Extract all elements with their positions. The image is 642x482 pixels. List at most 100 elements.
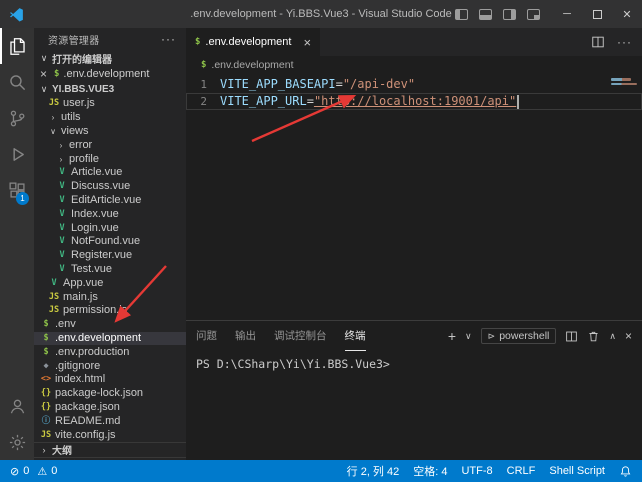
tree-item-Discuss.vue[interactable]: VDiscuss.vue xyxy=(34,180,186,194)
run-debug-icon[interactable] xyxy=(0,136,34,172)
editor-tab[interactable]: $ .env.development × xyxy=(186,28,320,56)
minimize-button[interactable]: ─ xyxy=(552,0,582,28)
toggle-panel-icon[interactable] xyxy=(479,9,492,20)
maximize-button[interactable] xyxy=(582,0,612,28)
workspace-name: YI.BBS.VUE3 xyxy=(52,84,114,95)
file-tree: JSuser.js›utils∨views›error›profileVArti… xyxy=(34,97,186,442)
sidebar-explorer: 资源管理器 ··· ∨ 打开的编辑器 × $ .env.development … xyxy=(34,28,186,460)
tree-item-package.json[interactable]: {}package.json xyxy=(34,401,186,415)
tree-item-package-lock.json[interactable]: {}package-lock.json xyxy=(34,387,186,401)
extensions-icon[interactable]: 1 xyxy=(0,172,34,208)
search-icon[interactable] xyxy=(0,64,34,100)
file-name: package.json xyxy=(55,401,120,414)
open-editors-label: 打开的编辑器 xyxy=(52,51,112,66)
file-icon: <> xyxy=(40,373,52,386)
shell-selector[interactable]: ⊳ powershell xyxy=(481,328,557,344)
code-token: = xyxy=(307,93,314,110)
explorer-more-actions-icon[interactable]: ··· xyxy=(161,32,176,46)
notifications-bell-icon[interactable] xyxy=(619,465,632,478)
file-name: .env xyxy=(55,318,76,331)
close-editor-icon[interactable]: × xyxy=(40,69,50,79)
tree-item-.env[interactable]: $.env xyxy=(34,318,186,332)
tree-item-EditArticle.vue[interactable]: VEditArticle.vue xyxy=(34,194,186,208)
file-name: Index.vue xyxy=(71,208,119,221)
file-name: App.vue xyxy=(63,277,103,290)
split-terminal-icon[interactable] xyxy=(565,330,578,343)
panel-tab-调试控制台[interactable]: 调试控制台 xyxy=(274,321,327,351)
minimap[interactable] xyxy=(608,76,640,87)
language-mode[interactable]: Shell Script xyxy=(549,465,605,477)
tree-item-.env.production[interactable]: $.env.production xyxy=(34,345,186,359)
shellscript-file-icon: $ xyxy=(201,60,206,70)
close-button[interactable]: ✕ xyxy=(612,0,642,28)
tree-item-profile[interactable]: ›profile xyxy=(34,152,186,166)
file-name: package-lock.json xyxy=(55,387,143,400)
open-editor-item[interactable]: × $ .env.development xyxy=(34,66,186,81)
terminal-dropdown-icon[interactable]: ∨ xyxy=(465,331,472,342)
code-line-1[interactable]: 1VITE_APP_BASEAPI="/api-dev" xyxy=(186,76,642,93)
tree-item-main.js[interactable]: JSmain.js xyxy=(34,290,186,304)
file-icon: V xyxy=(56,235,68,248)
tree-item-Index.vue[interactable]: VIndex.vue xyxy=(34,207,186,221)
chevron-right-icon: › xyxy=(56,139,66,152)
tree-item-.env.development[interactable]: $.env.development xyxy=(34,332,186,346)
toggle-secondary-sidebar-icon[interactable] xyxy=(503,9,516,20)
tree-item-Test.vue[interactable]: VTest.vue xyxy=(34,263,186,277)
indentation[interactable]: 空格: 4 xyxy=(413,463,447,479)
file-icon: V xyxy=(56,249,68,262)
tree-item-Register.vue[interactable]: VRegister.vue xyxy=(34,249,186,263)
new-terminal-icon[interactable]: + xyxy=(448,328,456,344)
panel-tab-输出[interactable]: 输出 xyxy=(235,321,256,351)
workspace-header[interactable]: ∨ YI.BBS.VUE3 xyxy=(34,81,186,97)
warnings-count: 0 xyxy=(51,465,57,477)
file-icon: JS xyxy=(48,97,60,110)
close-panel-icon[interactable]: × xyxy=(625,329,632,343)
encoding[interactable]: UTF-8 xyxy=(461,465,492,477)
settings-gear-icon[interactable] xyxy=(0,424,34,460)
breadcrumb[interactable]: $ .env.development xyxy=(186,56,642,74)
tree-item-README.md[interactable]: ⓘREADME.md xyxy=(34,414,186,428)
tree-item-utils[interactable]: ›utils xyxy=(34,111,186,125)
eol-indicator[interactable]: CRLF xyxy=(507,465,536,477)
line-number: 1 xyxy=(186,76,220,93)
vscode-window: .env.development - Yi.BBS.Vue3 - Visual … xyxy=(0,0,642,482)
maximize-panel-icon[interactable]: ∧ xyxy=(609,331,616,342)
split-editor-icon[interactable] xyxy=(591,35,605,49)
chevron-right-icon: › xyxy=(56,153,66,166)
kill-terminal-icon[interactable] xyxy=(587,330,600,343)
account-icon[interactable] xyxy=(0,388,34,424)
tree-item-permission.js[interactable]: JSpermission.js xyxy=(34,304,186,318)
tree-item-index.html[interactable]: <>index.html xyxy=(34,373,186,387)
problems-indicator[interactable]: ⊘ 0 ⚠ 0 xyxy=(10,465,57,478)
file-name: user.js xyxy=(63,97,95,110)
panel-tab-问题[interactable]: 问题 xyxy=(196,321,217,351)
tree-item-NotFound.vue[interactable]: VNotFound.vue xyxy=(34,235,186,249)
toggle-sidebar-icon[interactable] xyxy=(455,9,468,20)
tree-item-views[interactable]: ∨views xyxy=(34,125,186,139)
outline-section-header[interactable]: › 大纲 xyxy=(34,442,186,457)
close-tab-icon[interactable]: × xyxy=(303,37,311,48)
code-line-2[interactable]: 2VITE_APP_URL="http://localhost:19001/ap… xyxy=(186,93,642,110)
terminal-content[interactable]: PS D:\CSharp\Yi\Yi.BBS.Vue3> xyxy=(186,351,642,460)
tree-item-Article.vue[interactable]: VArticle.vue xyxy=(34,166,186,180)
tree-item-user.js[interactable]: JSuser.js xyxy=(34,97,186,111)
file-icon: V xyxy=(56,194,68,207)
file-icon: $ xyxy=(40,318,52,331)
file-icon: ⓘ xyxy=(40,415,52,428)
source-control-icon[interactable] xyxy=(0,100,34,136)
tree-item-.gitignore[interactable]: ◆.gitignore xyxy=(34,359,186,373)
tree-item-vite.config.js[interactable]: JSvite.config.js xyxy=(34,428,186,442)
tree-item-App.vue[interactable]: VApp.vue xyxy=(34,276,186,290)
tree-item-error[interactable]: ›error xyxy=(34,138,186,152)
title-bar: .env.development - Yi.BBS.Vue3 - Visual … xyxy=(0,0,642,28)
code-token: "http://localhost:19001/api" xyxy=(314,93,516,110)
tree-item-Login.vue[interactable]: VLogin.vue xyxy=(34,221,186,235)
customize-layout-icon[interactable] xyxy=(527,9,540,20)
cursor-position[interactable]: 行 2, 列 42 xyxy=(347,463,400,479)
panel-tab-终端[interactable]: 终端 xyxy=(345,321,366,351)
layout-controls xyxy=(455,9,552,20)
editor-more-actions-icon[interactable]: ··· xyxy=(617,35,632,49)
code-editor[interactable]: 1VITE_APP_BASEAPI="/api-dev"2VITE_APP_UR… xyxy=(186,74,642,110)
open-editors-header[interactable]: ∨ 打开的编辑器 xyxy=(34,50,186,66)
explorer-icon[interactable] xyxy=(0,28,34,64)
